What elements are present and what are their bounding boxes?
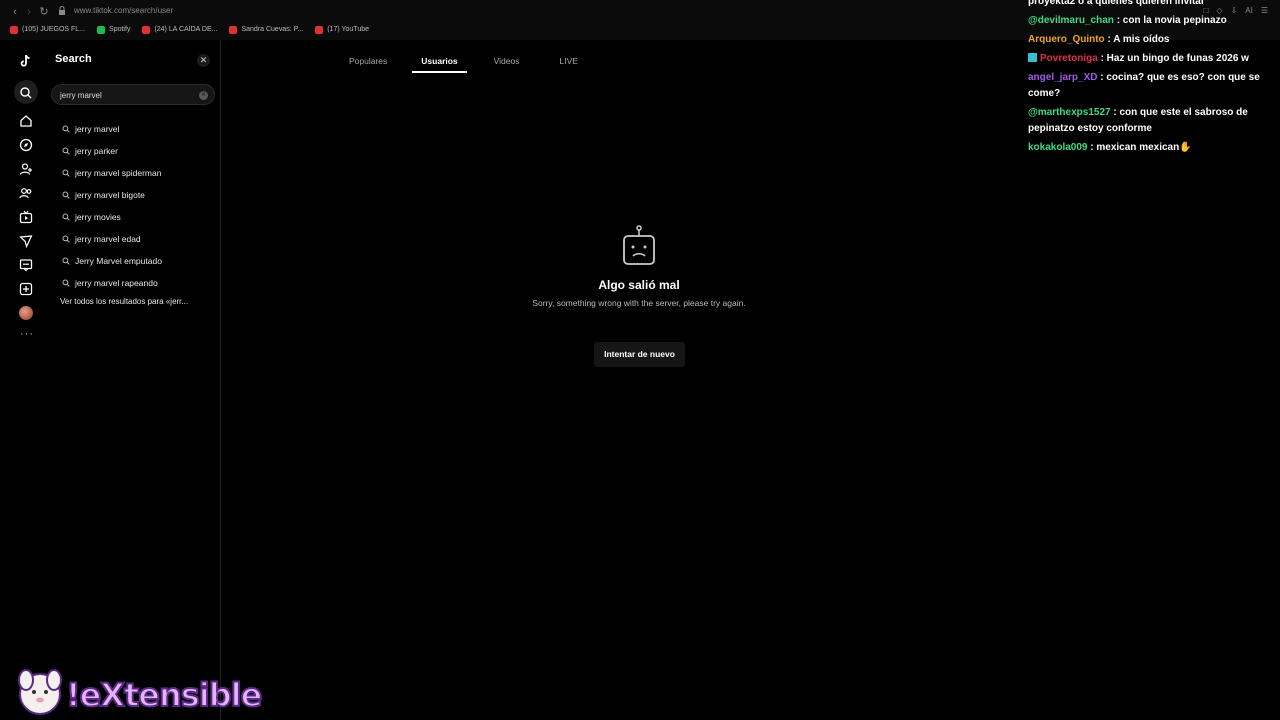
reload-icon[interactable]: ↻ (37, 5, 51, 19)
suggestion-label: jerry marvel (75, 124, 120, 134)
search-icon (62, 279, 70, 287)
retry-button[interactable]: Intentar de nuevo (594, 342, 685, 367)
messages-icon[interactable] (19, 234, 33, 248)
bookmark-label: Sandra Cuevas: P... (241, 26, 304, 33)
error-message: Sorry, something wrong with the server, … (532, 298, 746, 308)
tiktok-sidebar: ··· (0, 40, 48, 720)
search-panel: Search ✕ ✕ jerry marveljerry parkerjerry… (48, 40, 221, 720)
bookmark-item[interactable]: Spotify (97, 24, 130, 36)
mascot-icon (18, 669, 62, 715)
bookmark-label: (24) LA CAIDA DE... (154, 26, 218, 33)
chat-username: @devilmaru_chan (1028, 15, 1114, 26)
tab-live[interactable]: LIVE (551, 52, 587, 73)
bookmark-label: (17) YouTube (327, 26, 369, 33)
see-all-results-link[interactable]: Ver todos los resultados para «jerr... (60, 297, 210, 306)
suggestion-label: jerry movies (75, 212, 121, 222)
search-icon (62, 235, 70, 243)
lock-icon (59, 6, 65, 15)
bookmark-item[interactable]: (17) YouTube (315, 24, 369, 36)
bookmark-label: (105) JUEGOS FL... (22, 26, 86, 33)
search-icon (62, 125, 70, 133)
chat-username: Povretoniga (1040, 53, 1098, 64)
streamer-logo: !eXtensible (10, 660, 270, 720)
search-icon (62, 147, 70, 155)
home-icon[interactable] (19, 114, 33, 128)
bookmark-item[interactable]: Sandra Cuevas: P... (229, 24, 303, 36)
chat-text: : con la novia pepinazo (1116, 15, 1227, 26)
search-icon[interactable] (19, 86, 33, 100)
stream-chat-overlay: proyekta2 o a quienes quieren invitar @de… (1028, 0, 1280, 159)
explore-icon[interactable] (19, 138, 33, 152)
address-bar[interactable]: www.tiktok.com/search/user (74, 5, 173, 17)
chat-text: : Haz un bingo de funas 2026 w (1100, 53, 1249, 64)
more-icon[interactable]: ··· (20, 328, 34, 340)
search-input[interactable] (60, 89, 190, 101)
upload-icon[interactable] (19, 282, 33, 296)
suggestion-item[interactable]: jerry marvel edad (48, 228, 218, 250)
logo-text: !eXtensible (65, 675, 263, 715)
search-icon (62, 257, 70, 265)
suggestion-item[interactable]: jerry marvel (48, 118, 218, 140)
profile-avatar[interactable] (19, 306, 33, 320)
suggestion-item[interactable]: jerry marvel spiderman (48, 162, 218, 184)
tab-populares[interactable]: Populares (340, 52, 396, 73)
search-icon (62, 191, 70, 199)
bookmark-item[interactable]: (105) JUEGOS FL... (10, 24, 85, 36)
chat-username: kokakola009 (1028, 142, 1088, 153)
suggestion-label: jerry marvel rapeando (75, 278, 158, 288)
chat-message: kokakola009 : mexican mexican✋ (1028, 140, 1280, 156)
error-title: Algo salió mal (598, 278, 680, 292)
suggestion-item[interactable]: jerry marvel rapeando (48, 272, 218, 294)
chat-text: proyekta2 o a quienes quieren invitar (1028, 0, 1205, 7)
suggestion-item[interactable]: jerry marvel bigote (48, 184, 218, 206)
chat-message: angel_jarp_XD : cocina? que es eso? con … (1028, 70, 1280, 102)
chat-message: @marthexps1527 : con que este el sabroso… (1028, 105, 1280, 137)
bookmark-favicon-icon (97, 26, 106, 34)
chat-message: @devilmaru_chan : con la novia pepinazo (1028, 13, 1280, 29)
forward-icon[interactable]: › (22, 5, 36, 19)
following-icon[interactable] (19, 162, 33, 176)
search-panel-title: Search (55, 53, 92, 65)
live-icon[interactable] (19, 210, 33, 224)
bookmark-label: Spotify (109, 26, 131, 33)
activity-icon[interactable] (19, 258, 33, 272)
chat-message: proyekta2 o a quienes quieren invitar (1028, 0, 1280, 10)
chat-text: : A mis oídos (1107, 34, 1170, 45)
tab-videos[interactable]: Videos (485, 52, 529, 73)
back-icon[interactable]: ‹ (8, 5, 22, 19)
search-suggestions: jerry marvel jerry parker jerry marvel spi… (48, 118, 218, 294)
suggestion-label: jerry marvel edad (75, 234, 141, 244)
chat-badge-icon (1028, 53, 1037, 62)
bookmark-favicon-icon (10, 26, 18, 34)
bookmarks-bar: (105) JUEGOS FL... Spotify (24) LA CAIDA D… (10, 24, 369, 36)
suggestion-item[interactable]: jerry movies (48, 206, 218, 228)
search-icon (62, 169, 70, 177)
clear-search-icon[interactable]: ✕ (199, 91, 208, 100)
suggestion-label: jerry parker (75, 146, 118, 156)
search-box[interactable]: ✕ (51, 84, 215, 105)
chat-username: angel_jarp_XD (1028, 72, 1098, 83)
tab-usuarios[interactable]: Usuarios (412, 52, 468, 73)
friends-icon[interactable] (19, 186, 33, 200)
bookmark-favicon-icon (315, 26, 324, 34)
search-icon (62, 213, 70, 221)
suggestion-label: jerry marvel bigote (75, 190, 145, 200)
tiktok-logo-icon[interactable] (19, 54, 33, 68)
bookmark-favicon-icon (142, 26, 151, 34)
chat-message: Arquero_Quinto : A mis oídos (1028, 32, 1280, 48)
suggestion-item[interactable]: Jerry Marvel emputado (48, 250, 218, 272)
chat-username: @marthexps1527 (1028, 107, 1111, 118)
suggestion-item[interactable]: jerry parker (48, 140, 218, 162)
chat-text: : mexican mexican✋ (1090, 142, 1192, 153)
bookmark-item[interactable]: (24) LA CAIDA DE... (142, 24, 217, 36)
close-icon[interactable]: ✕ (197, 54, 210, 67)
suggestion-label: Jerry Marvel emputado (75, 256, 162, 266)
chat-message: Povretoniga : Haz un bingo de funas 2026… (1028, 51, 1280, 67)
suggestion-label: jerry marvel spiderman (75, 168, 162, 178)
bookmark-favicon-icon (229, 26, 238, 34)
chat-username: Arquero_Quinto (1028, 34, 1105, 45)
search-tabs: Populares Usuarios Videos LIVE (340, 52, 587, 73)
broken-robot-icon (623, 225, 655, 265)
